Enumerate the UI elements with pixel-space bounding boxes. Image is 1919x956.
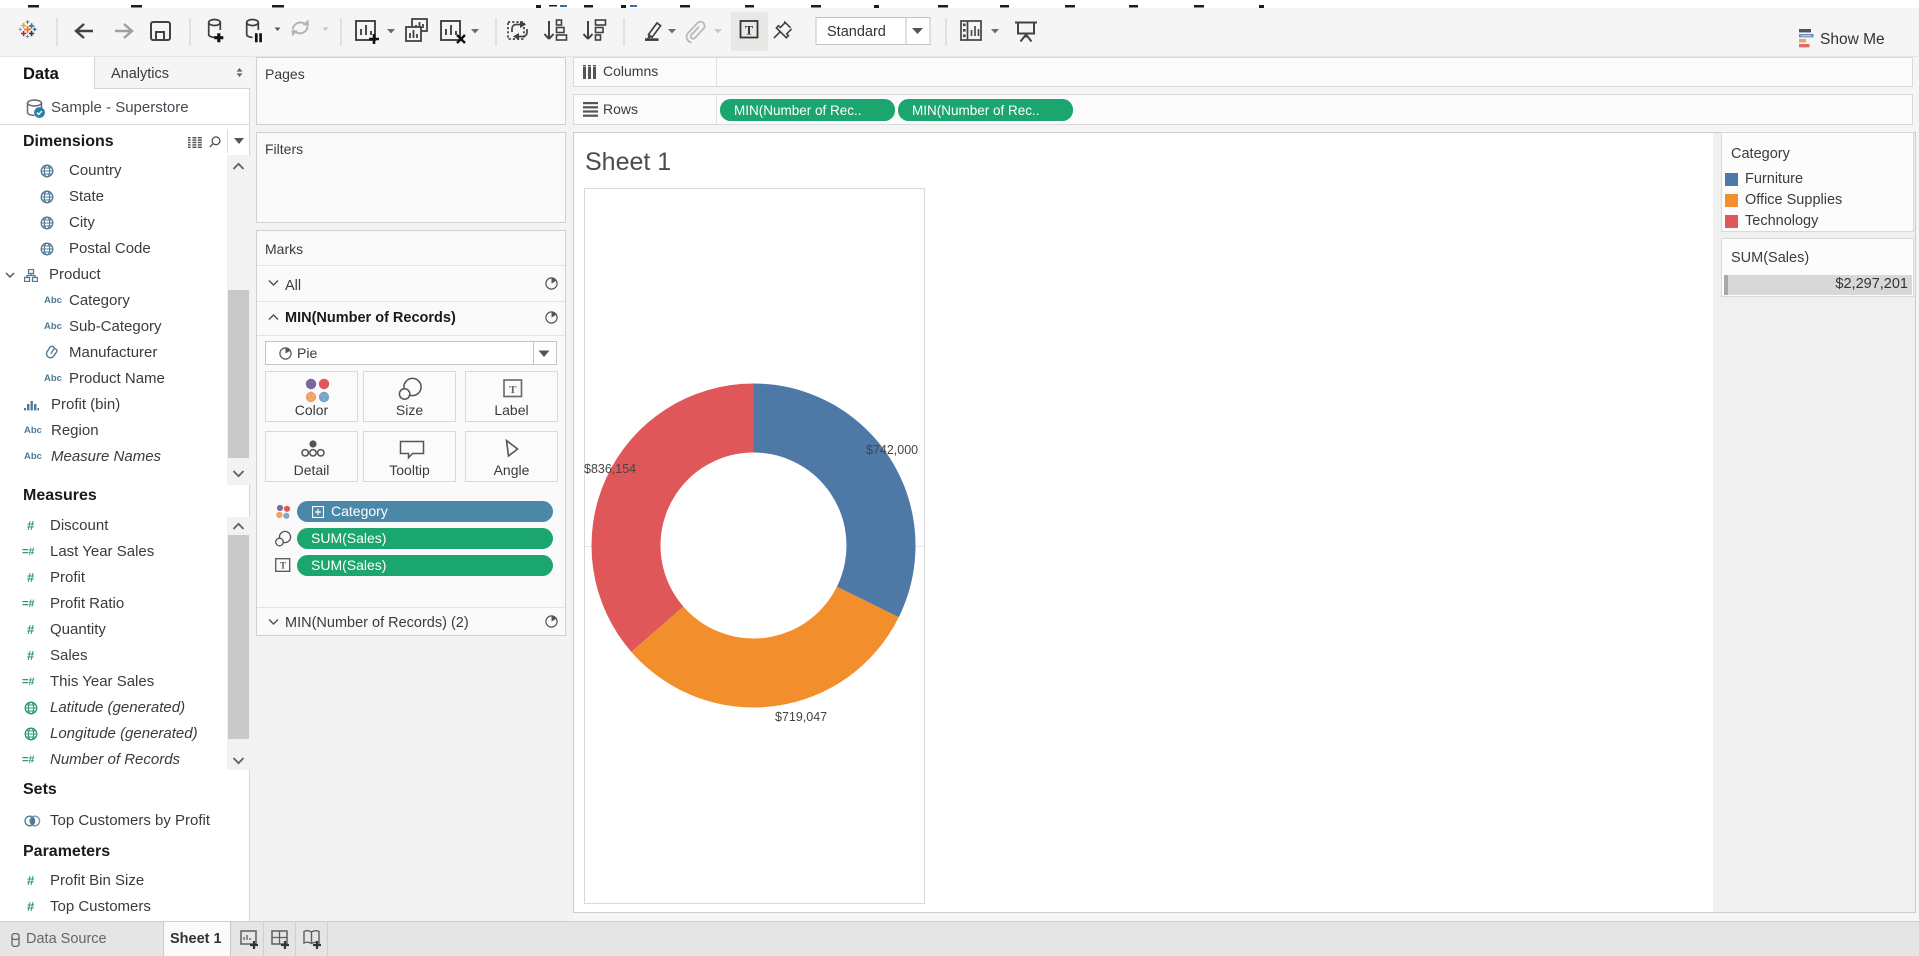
svg-text:T: T: [509, 384, 517, 396]
svg-text:T: T: [280, 561, 286, 571]
svg-text:T: T: [745, 24, 754, 38]
svg-text:Standard: Standard: [827, 24, 886, 40]
svg-text:Show Me: Show Me: [1820, 31, 1885, 48]
